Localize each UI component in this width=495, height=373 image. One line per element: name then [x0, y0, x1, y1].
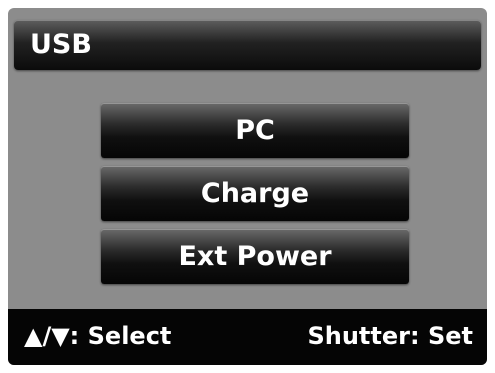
set-hint: Shutter: Set: [307, 321, 473, 351]
key-hint-bar: ▲/▼: Select Shutter: Set: [8, 309, 487, 365]
menu-item-charge[interactable]: Charge: [101, 166, 409, 221]
title-bar: USB: [14, 20, 481, 70]
camera-menu-screen: USB PC Charge Ext Power ▲/▼: Select Shut…: [8, 8, 487, 365]
menu-item-label: Charge: [200, 177, 310, 209]
menu-item-ext-power[interactable]: Ext Power: [101, 229, 409, 284]
page-title: USB: [30, 29, 92, 60]
menu-item-label: Ext Power: [178, 240, 332, 272]
up-down-keys-hint: ▲/▼:: [24, 322, 80, 350]
menu-item-label: PC: [235, 114, 275, 146]
select-action-label: Select: [87, 322, 172, 350]
set-action-label: Set: [427, 322, 473, 350]
menu-item-pc[interactable]: PC: [101, 103, 409, 158]
usb-mode-menu: PC Charge Ext Power: [101, 103, 409, 292]
shutter-key-hint: Shutter:: [307, 322, 420, 350]
select-hint: ▲/▼: Select: [24, 321, 171, 351]
